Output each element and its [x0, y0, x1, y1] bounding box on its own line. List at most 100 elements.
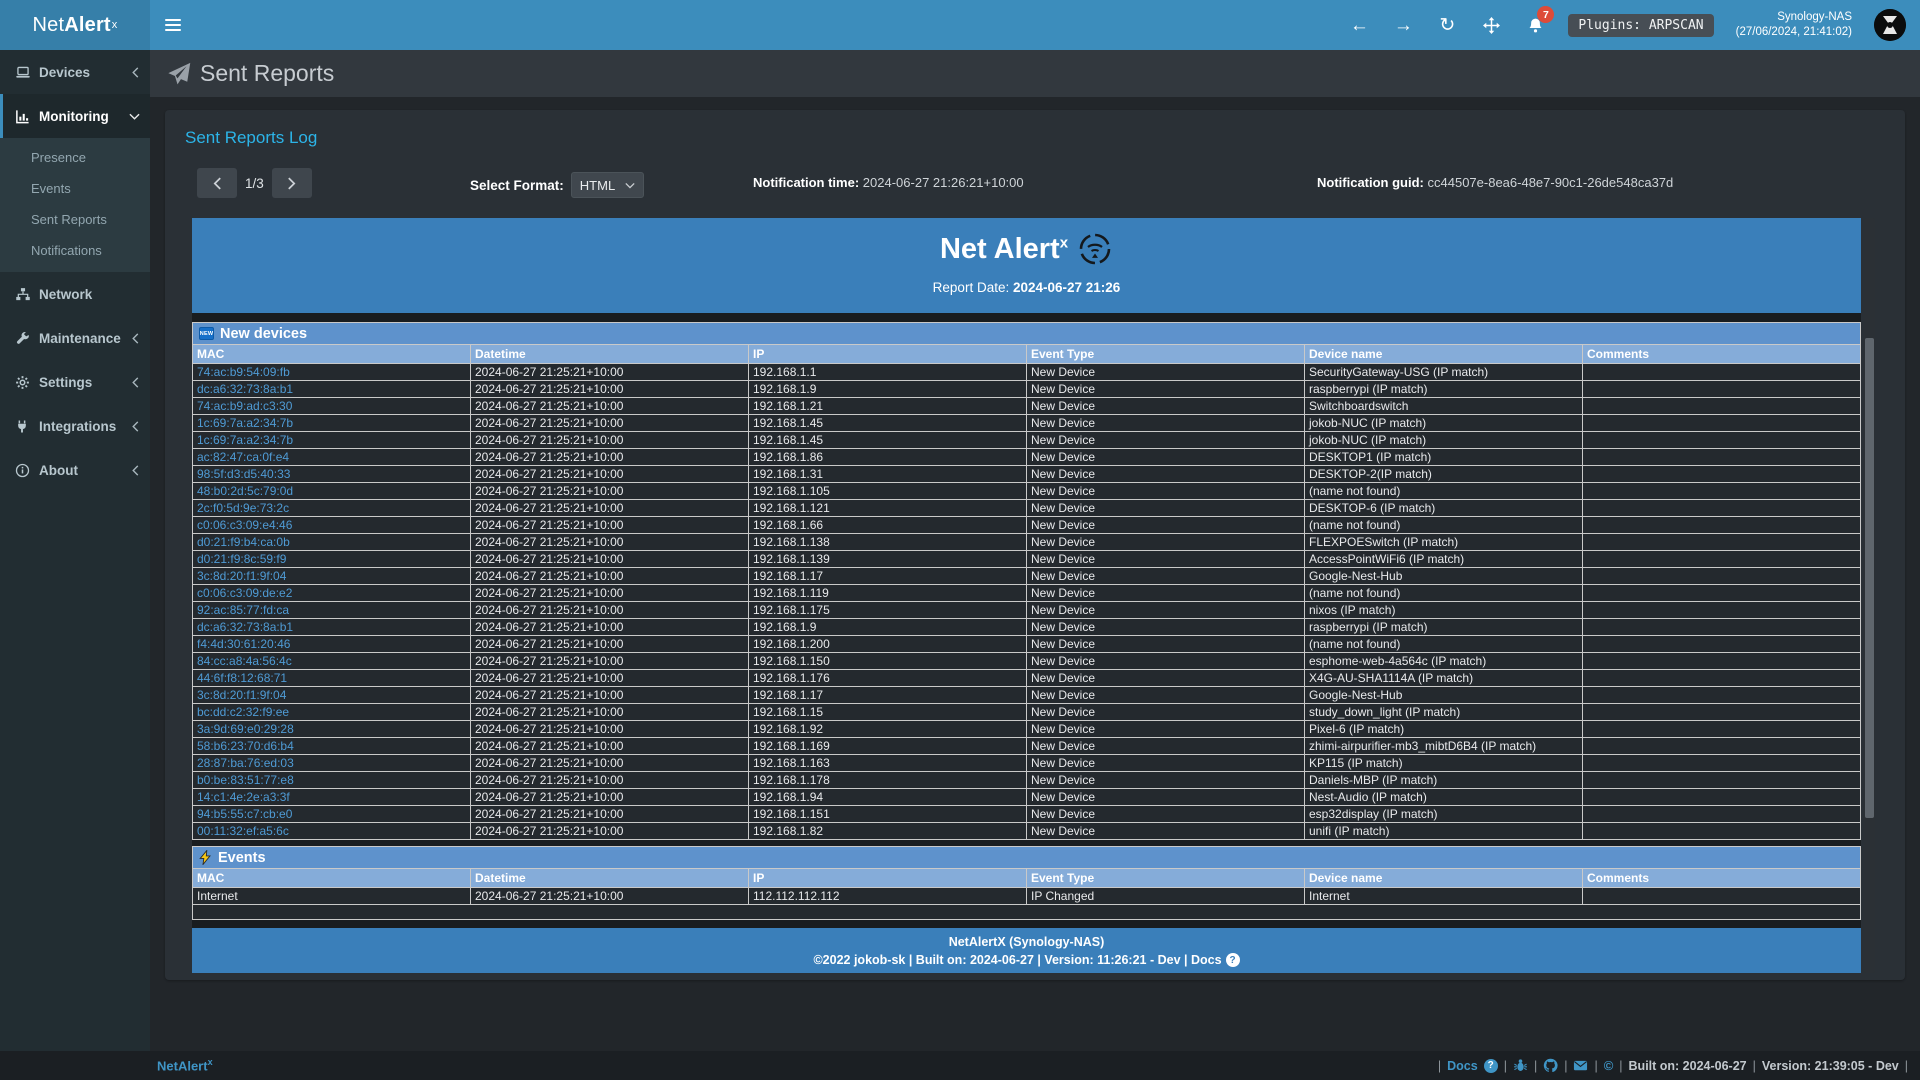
mac-link[interactable]: 2c:f0:5d:9e:73:2c [197, 501, 289, 515]
footer-statusbar: NetAlertx | Docs ? | | | | © | Built on:… [0, 1051, 1920, 1080]
table-cell: jokob-NUC (IP match) [1305, 432, 1583, 449]
back-icon[interactable]: ← [1348, 14, 1370, 36]
sidebar-item-settings[interactable]: Settings [0, 360, 150, 404]
table-cell: (name not found) [1305, 636, 1583, 653]
docs-help-icon[interactable]: ? [1226, 953, 1240, 967]
forward-icon[interactable]: → [1392, 14, 1414, 36]
prev-page-button[interactable] [197, 168, 237, 198]
plugins-status-badge[interactable]: Plugins: ARPSCAN [1568, 14, 1713, 37]
table-row: 00:11:32:ef:a5:6c2024-06-27 21:25:21+10:… [193, 823, 1861, 840]
mac-link[interactable]: c0:06:c3:09:e4:46 [197, 518, 292, 532]
table-cell: New Device [1027, 568, 1305, 585]
sidebar-item-sent-reports[interactable]: Sent Reports [0, 204, 150, 235]
table-cell: New Device [1027, 500, 1305, 517]
sidebar-item-integrations[interactable]: Integrations [0, 404, 150, 448]
mac-link[interactable]: dc:a6:32:73:8a:b1 [197, 620, 293, 634]
table-row: 94:b5:55:c7:cb:e02024-06-27 21:25:21+10:… [193, 806, 1861, 823]
mac-link[interactable]: b0:be:83:51:77:e8 [197, 773, 294, 787]
notifications-bell[interactable]: 7 [1524, 14, 1546, 36]
avatar[interactable] [1874, 9, 1906, 41]
mac-link[interactable]: f4:4d:30:61:20:46 [197, 637, 290, 651]
table-cell: 1c:69:7a:a2:34:7b [193, 432, 471, 449]
table-cell: esp32display (IP match) [1305, 806, 1583, 823]
table-cell: 3c:8d:20:f1:9f:04 [193, 687, 471, 704]
report-scrollbar[interactable] [1864, 218, 1875, 973]
table-cell: New Device [1027, 789, 1305, 806]
sidebar-item-devices[interactable]: Devices [0, 50, 150, 94]
table-cell: X4G-AU-SHA1114A (IP match) [1305, 670, 1583, 687]
mac-link[interactable]: 48:b0:2d:5c:79:0d [197, 484, 293, 498]
table-cell: New Device [1027, 806, 1305, 823]
sidebar-item-maintenance[interactable]: Maintenance [0, 316, 150, 360]
mac-link[interactable]: 1c:69:7a:a2:34:7b [197, 433, 293, 447]
app-logo[interactable]: NetAlertx [0, 0, 150, 50]
table-cell [1583, 670, 1861, 687]
sidebar-item-about[interactable]: About [0, 448, 150, 492]
move-icon[interactable] [1480, 14, 1502, 36]
report-body: NEW New devices MAC Datetime IP Event Ty… [192, 313, 1861, 973]
gear-icon [15, 375, 32, 390]
mac-link[interactable]: 74:ac:b9:54:09:fb [197, 365, 290, 379]
table-cell: 192.168.1.17 [749, 568, 1027, 585]
sent-reports-log-link[interactable]: Sent Reports Log [185, 128, 317, 148]
mac-link[interactable]: 1c:69:7a:a2:34:7b [197, 416, 293, 430]
mac-link[interactable]: d0:21:f9:b4:ca:0b [197, 535, 290, 549]
separator: | [1534, 1059, 1537, 1073]
mac-link[interactable]: 28:87:ba:76:ed:03 [197, 756, 294, 770]
column-header: Device name [1305, 345, 1583, 364]
table-row: 74:ac:b9:ad:c3:302024-06-27 21:25:21+10:… [193, 398, 1861, 415]
mac-link[interactable]: 58:b6:23:70:d6:b4 [197, 739, 294, 753]
mac-link[interactable]: 74:ac:b9:ad:c3:30 [197, 399, 292, 413]
github-icon[interactable] [1543, 1058, 1558, 1073]
copyright-icon[interactable]: © [1604, 1058, 1614, 1073]
table-cell: 192.168.1.139 [749, 551, 1027, 568]
footer-brand[interactable]: NetAlertx [157, 1057, 213, 1073]
mac-link[interactable]: c0:06:c3:09:de:e2 [197, 586, 292, 600]
table-cell: New Device [1027, 585, 1305, 602]
table-row: 74:ac:b9:54:09:fb2024-06-27 21:25:21+10:… [193, 364, 1861, 381]
lightning-icon [199, 850, 212, 865]
sidebar-item-label: Maintenance [39, 331, 121, 346]
table-cell: 28:87:ba:76:ed:03 [193, 755, 471, 772]
sidebar-item-monitoring[interactable]: Monitoring [0, 94, 150, 138]
mac-link[interactable]: 3c:8d:20:f1:9f:04 [197, 569, 286, 583]
sidebar-toggle-button[interactable] [150, 0, 196, 50]
table-cell: 2024-06-27 21:25:21+10:00 [471, 636, 749, 653]
mac-link[interactable]: 44:6f:f8:12:68:71 [197, 671, 287, 685]
docs-link[interactable]: Docs [1447, 1059, 1478, 1073]
mac-link[interactable]: 14:c1:4e:2e:a3:3f [197, 790, 290, 804]
table-cell: unifi (IP match) [1305, 823, 1583, 840]
sidebar-item-events[interactable]: Events [0, 173, 150, 204]
mac-link[interactable]: 92:ac:85:77:fd:ca [197, 603, 289, 617]
sidebar-item-presence[interactable]: Presence [0, 142, 150, 173]
table-cell: SecurityGateway-USG (IP match) [1305, 364, 1583, 381]
sidebar-item-network[interactable]: Network [0, 272, 150, 316]
bug-report-icon[interactable] [1513, 1058, 1528, 1073]
table-row: 98:5f:d3:d5:40:332024-06-27 21:25:21+10:… [193, 466, 1861, 483]
report-title-text: Net Alert [940, 233, 1060, 265]
mac-link[interactable]: dc:a6:32:73:8a:b1 [197, 382, 293, 396]
mac-link[interactable]: ac:82:47:ca:0f:e4 [197, 450, 289, 464]
table-cell: 2024-06-27 21:25:21+10:00 [471, 381, 749, 398]
mac-link[interactable]: 00:11:32:ef:a5:6c [197, 824, 289, 838]
report-preview: Net Alertx Report Date: 2024-06-27 21:26… [192, 218, 1861, 973]
sidebar-item-notifications[interactable]: Notifications [0, 235, 150, 266]
chevron-left-icon [131, 421, 140, 432]
mac-link[interactable]: d0:21:f9:8c:59:f9 [197, 552, 286, 566]
table-cell: 192.168.1.17 [749, 687, 1027, 704]
table-cell: New Device [1027, 823, 1305, 840]
format-select[interactable]: HTML [571, 172, 644, 198]
email-icon[interactable] [1573, 1058, 1588, 1073]
mac-link[interactable]: 84:cc:a8:4a:56:4c [197, 654, 292, 668]
mac-link[interactable]: 94:b5:55:c7:cb:e0 [197, 807, 292, 821]
refresh-icon[interactable]: ↻ [1436, 14, 1458, 36]
table-cell: New Device [1027, 602, 1305, 619]
mac-link[interactable]: 3a:9d:69:e0:29:28 [197, 722, 294, 736]
column-header: Event Type [1027, 869, 1305, 888]
mac-link[interactable]: 3c:8d:20:f1:9f:04 [197, 688, 286, 702]
next-page-button[interactable] [272, 168, 312, 198]
scrollbar-thumb[interactable] [1865, 338, 1874, 818]
mac-link[interactable]: bc:dd:c2:32:f9:ee [197, 705, 289, 719]
mac-link[interactable]: 98:5f:d3:d5:40:33 [197, 467, 290, 481]
help-icon[interactable]: ? [1484, 1059, 1498, 1073]
